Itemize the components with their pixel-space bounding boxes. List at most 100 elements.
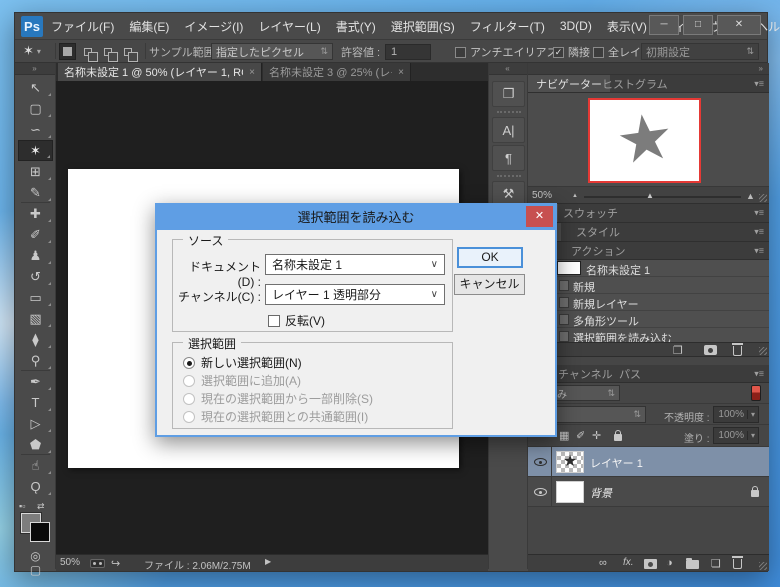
radio-subtract-from-selection[interactable]: 現在の選択範囲から一部削除(S) [183, 390, 373, 407]
gradient-tool[interactable]: ▧ [18, 308, 53, 329]
tab-swatches[interactable]: スウォッチ [563, 204, 618, 222]
dock-expand-button[interactable]: « [489, 63, 527, 75]
clone-stamp-tool[interactable]: ♟ [18, 245, 53, 266]
dialog-close-button[interactable]: ✕ [526, 206, 553, 227]
tab-paths[interactable]: パス [619, 365, 641, 382]
dodge-tool[interactable]: ⚲ [18, 350, 53, 371]
spot-healing-brush-tool[interactable]: ✚ [18, 203, 53, 224]
resize-grip[interactable] [759, 562, 767, 570]
hand-tool[interactable]: ☝ [18, 455, 53, 476]
zoom-tool[interactable]: Ǫ [18, 476, 53, 497]
invert-checkbox[interactable]: 反転(V) [268, 312, 325, 329]
eye-icon[interactable] [534, 488, 547, 496]
new-snapshot-camera-icon[interactable] [704, 345, 717, 355]
menu-3d[interactable]: 3D(D) [560, 19, 592, 33]
shape-tool[interactable]: ⬟ [18, 434, 53, 455]
zoom-level-field[interactable]: 50% [60, 557, 80, 568]
subtract-from-selection-mode-button[interactable] [99, 43, 118, 62]
blur-tool[interactable]: ⧫ [18, 329, 53, 350]
panel-menu-icon[interactable]: ▾≡ [754, 78, 764, 89]
adjustment-layer-icon[interactable]: ◑ [666, 557, 673, 569]
menu-image[interactable]: イメージ(I) [184, 18, 243, 35]
delete-state-trash-icon[interactable] [732, 343, 743, 356]
document-dropdown[interactable]: 名称未設定 1 ∨ [265, 254, 445, 275]
tab-actions[interactable]: アクション [571, 242, 625, 259]
navigator-zoom-field[interactable]: 50% [532, 190, 552, 201]
opacity-field[interactable]: 100% ▾ [713, 406, 759, 423]
panel-menu-icon[interactable]: ▾≡ [754, 227, 764, 238]
layer-filter-toggle[interactable] [751, 385, 761, 401]
layer-style-fx-icon[interactable]: fx. [623, 557, 634, 568]
menu-file[interactable]: ファイル(F) [51, 18, 114, 35]
fill-field[interactable]: 100% ▾ [713, 427, 759, 444]
document-tab-1[interactable]: 名称未設定 1 @ 50% (レイヤー 1, RGB/8) * × [58, 63, 262, 81]
background-color-swatch[interactable] [30, 522, 50, 542]
status-options-arrow[interactable]: ▶ [265, 557, 271, 566]
lock-paint-icon[interactable]: ✐ [576, 429, 585, 442]
tolerance-input[interactable]: 1 [385, 44, 431, 60]
background-layer-name[interactable]: 背景 [590, 485, 612, 501]
zoom-in-mountain-icon[interactable]: ▲ [746, 191, 755, 201]
radio-intersect-selection[interactable]: 現在の選択範囲との共通範囲(I) [183, 408, 368, 425]
window-close-button[interactable]: ✕ [717, 15, 761, 35]
rectangular-marquee-tool[interactable]: ▢ [18, 98, 53, 119]
radio-new-selection[interactable]: 新しい選択範囲(N) [183, 354, 302, 371]
zoom-out-mountain-icon[interactable]: ▲ [572, 193, 578, 199]
layer-row-background[interactable]: 背景 [528, 477, 769, 507]
share-icon[interactable]: ↪ [111, 557, 120, 570]
eraser-tool[interactable]: ▭ [18, 287, 53, 308]
menu-edit[interactable]: 編集(E) [129, 18, 169, 35]
minimize-button[interactable]: ─ [649, 15, 679, 35]
history-state-row[interactable]: 多角形ツール [528, 311, 769, 328]
maximize-button[interactable]: □ [683, 15, 713, 35]
delete-layer-trash-icon[interactable] [732, 556, 743, 569]
contiguous-checkbox[interactable]: ✓ 隣接 [553, 40, 590, 64]
tab-close-icon[interactable]: × [398, 67, 404, 78]
default-colors-icon[interactable]: ▪▫ [19, 501, 25, 511]
current-tool-button[interactable]: ✶ ▾ [23, 40, 41, 62]
layer-visibility-cell[interactable] [528, 447, 552, 477]
dock-collapse-button[interactable]: » [528, 63, 769, 75]
intersect-selection-mode-button[interactable] [119, 43, 138, 62]
tab-navigator[interactable]: ナビゲーター [528, 75, 610, 92]
preview-panel-icon[interactable] [90, 559, 105, 568]
menu-view[interactable]: 表示(V) [607, 18, 647, 35]
pen-tool[interactable]: ✒ [18, 371, 53, 392]
antialias-checkbox[interactable]: アンチエイリアス [455, 40, 558, 64]
new-layer-icon[interactable]: ❏ [711, 557, 721, 570]
menu-filter[interactable]: フィルター(T) [470, 18, 545, 35]
brush-tool[interactable]: ✐ [18, 224, 53, 245]
lock-all-icon[interactable] [614, 430, 622, 441]
tools-panel-collapse-button[interactable]: » [15, 63, 55, 75]
panel-menu-icon[interactable]: ▾≡ [754, 368, 764, 379]
history-state-row[interactable]: 名称未設定 1 [528, 260, 769, 277]
menu-select[interactable]: 選択範囲(S) [391, 18, 455, 35]
history-state-row[interactable]: 選択範囲を読み込む [528, 328, 769, 342]
clone-source-panel-button[interactable]: ❐ [492, 81, 525, 107]
zoom-slider-thumb[interactable]: ▲ [646, 191, 654, 200]
tab-channels[interactable]: チャンネル [558, 365, 613, 382]
tab-styles[interactable]: スタイル [576, 223, 620, 241]
history-brush-tool[interactable]: ↺ [18, 266, 53, 287]
layer1-name[interactable]: レイヤー 1 [590, 455, 643, 471]
document-tab-2[interactable]: 名称未設定 3 @ 25% (レイヤー 1, RG... × [263, 63, 411, 81]
quick-mask-button[interactable]: ◎ [15, 549, 56, 563]
paragraph-panel-button[interactable]: ¶ [492, 145, 525, 171]
history-state-row[interactable]: 新規レイヤー [528, 294, 769, 311]
path-selection-tool[interactable]: ▷ [18, 413, 53, 434]
workspace-dropdown[interactable]: 初期設定 ⇅ [641, 43, 759, 60]
layer-row-layer1[interactable]: ★ レイヤー 1 [528, 447, 769, 477]
sample-size-dropdown[interactable]: 指定したピクセル ⇅ [211, 43, 333, 60]
menu-layer[interactable]: レイヤー(L) [258, 18, 320, 35]
resize-grip[interactable] [759, 347, 767, 355]
screen-mode-button[interactable]: ▢ [15, 563, 56, 577]
swap-colors-icon[interactable]: ⇄ [37, 501, 45, 512]
new-document-from-state-icon[interactable]: ❐ [673, 344, 683, 357]
panel-menu-icon[interactable]: ▾≡ [754, 245, 764, 256]
add-to-selection-mode-button[interactable] [79, 43, 98, 62]
character-panel-button[interactable]: A| [492, 117, 525, 143]
navigator-proxy-view[interactable]: ★ [588, 98, 701, 183]
eyedropper-tool[interactable]: ✎ [18, 182, 53, 203]
lock-transparency-icon[interactable]: ▦ [559, 429, 569, 442]
layer1-thumbnail[interactable]: ★ [556, 451, 584, 473]
